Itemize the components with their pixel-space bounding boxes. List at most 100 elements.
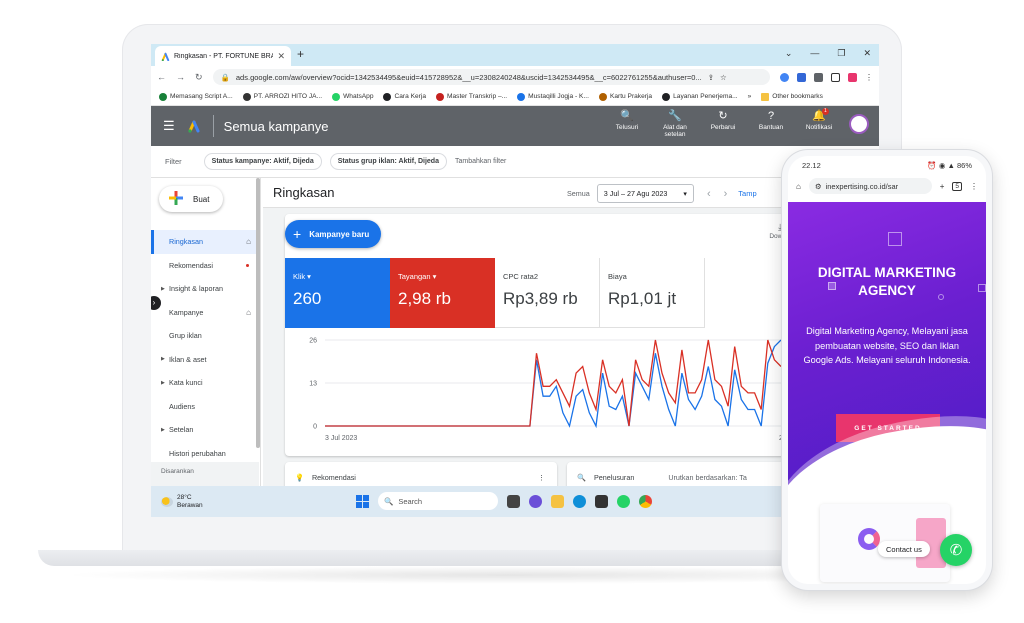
sidebar-item-audiens[interactable]: Audiens bbox=[151, 395, 259, 419]
sidebar-scrollbar[interactable] bbox=[256, 178, 260, 448]
show-link[interactable]: Tamp bbox=[738, 189, 756, 198]
header-action-label: Telusuri bbox=[615, 124, 639, 131]
dropdown-arrow-icon: ▾ bbox=[305, 272, 311, 281]
folder-icon bbox=[761, 92, 770, 101]
bookmark-item[interactable]: PT. ARROZI HITO JA... bbox=[242, 92, 322, 101]
new-campaign-button[interactable]: + Kampanye baru bbox=[285, 220, 382, 248]
puzzle-icon[interactable] bbox=[814, 72, 823, 82]
bookmark-label: WhatsApp bbox=[343, 93, 374, 100]
search-icon: 🔍 bbox=[577, 472, 586, 482]
header-action-search[interactable]: 🔍 Telusuri bbox=[609, 110, 645, 131]
sidebar-item-insight-laporan[interactable]: ▶ Insight & laporan bbox=[151, 277, 259, 301]
close-window-icon[interactable]: ✕ bbox=[863, 48, 871, 59]
sort-by-label[interactable]: Urutkan berdasarkan: Ta bbox=[668, 473, 747, 482]
sidebar-item-label: Grup iklan bbox=[169, 331, 202, 341]
minimize-icon[interactable]: — bbox=[810, 48, 819, 59]
share-icon[interactable]: ⇪ bbox=[708, 73, 714, 82]
bookmark-item[interactable]: Kartu Prakerja bbox=[598, 92, 652, 101]
filter-chip-campaign-status[interactable]: Status kampanye: Aktif, Dijeda bbox=[203, 153, 322, 170]
bookmark-label: Mustaqilli Jogja - K... bbox=[528, 93, 589, 100]
metric-card[interactable]: Biaya Rp1,01 jt bbox=[600, 258, 705, 328]
expand-caret-icon: ▶ bbox=[161, 356, 165, 363]
metric-card[interactable]: Klik ▾ 260 bbox=[285, 258, 390, 328]
reload-icon[interactable]: ↻ bbox=[195, 72, 203, 83]
search-icon: 🔍 bbox=[384, 496, 394, 506]
file-explorer-icon[interactable] bbox=[551, 494, 564, 508]
bookmark-item[interactable]: Master Transkrip –... bbox=[436, 92, 507, 101]
menu-icon[interactable]: ⋮ bbox=[865, 73, 873, 82]
close-tab-icon[interactable]: ✕ bbox=[277, 51, 285, 62]
browser-tab[interactable]: Ringkasan - PT. FORTUNE BRAND... ✕ bbox=[155, 46, 291, 66]
forward-icon[interactable]: → bbox=[176, 72, 185, 82]
page-scope-title[interactable]: Semua kampanye bbox=[224, 119, 329, 134]
more-options-icon[interactable]: ⋮ bbox=[538, 473, 545, 482]
edge-icon[interactable] bbox=[573, 494, 586, 508]
add-filter-button[interactable]: Tambahkan filter bbox=[455, 158, 506, 165]
bookmark-item[interactable]: WhatsApp bbox=[332, 92, 374, 101]
metric-card[interactable]: Tayangan ▾ 2,98 rb bbox=[390, 258, 495, 328]
metric-card[interactable]: CPC rata2 Rp3,89 rb bbox=[495, 258, 600, 328]
bookmark-item[interactable]: Layanan Penerjema... bbox=[662, 92, 738, 101]
store-icon[interactable] bbox=[595, 494, 608, 508]
metric-value: Rp1,01 jt bbox=[608, 289, 677, 308]
avatar[interactable] bbox=[849, 114, 869, 134]
teams-icon[interactable] bbox=[529, 494, 542, 508]
header-action-help[interactable]: ? Bantuan bbox=[753, 110, 789, 131]
other-bookmarks[interactable]: Other bookmarks bbox=[761, 92, 823, 101]
sidebar-item-rekomendasi[interactable]: Rekomendasi bbox=[151, 254, 259, 278]
contact-us-label[interactable]: Contact us bbox=[878, 541, 930, 557]
metric-value: Rp3,89 rb bbox=[503, 289, 578, 308]
dropdown-arrow-icon: ▾ bbox=[430, 272, 437, 281]
lock-icon: 🔒 bbox=[220, 72, 230, 82]
menu-icon[interactable]: ⋮ bbox=[970, 182, 978, 191]
taskbar-search[interactable]: 🔍 Search bbox=[378, 492, 498, 510]
filter-chip-adgroup-status[interactable]: Status grup iklan: Aktif, Dijeda bbox=[329, 153, 447, 170]
hamburger-menu-icon[interactable]: ☰ bbox=[163, 118, 175, 134]
home-icon: ⌂ bbox=[246, 237, 251, 247]
whatsapp-chat-button[interactable]: ✆ bbox=[940, 534, 972, 566]
bookmark-item[interactable]: Memasang Script A... bbox=[159, 92, 233, 101]
sidebar-item-kampanye[interactable]: Kampanye ⌂ bbox=[151, 301, 259, 325]
sidebar-item-ringkasan[interactable]: Ringkasan ⌂ bbox=[151, 230, 259, 254]
home-icon[interactable]: ⌂ bbox=[796, 182, 801, 191]
new-tab-button[interactable]: + bbox=[297, 47, 304, 61]
plus-icon bbox=[169, 190, 183, 208]
header-action-label: Bantuan bbox=[758, 124, 784, 131]
sidepanel-icon[interactable] bbox=[831, 72, 840, 82]
whatsapp-icon[interactable] bbox=[617, 494, 630, 508]
sidebar-item-kata-kunci[interactable]: ▶ Kata kunci bbox=[151, 371, 259, 395]
weather-widget[interactable]: 28°C Berawan bbox=[161, 494, 203, 509]
header-action-wrench[interactable]: 🔧 Alat dan setelan bbox=[657, 110, 693, 138]
url-field[interactable]: 🔒 ads.google.com/aw/overview?ocid=134253… bbox=[212, 69, 770, 85]
task-view-icon[interactable] bbox=[507, 494, 520, 508]
chrome-extension-icon[interactable] bbox=[780, 72, 789, 82]
translate-extension-icon[interactable] bbox=[797, 72, 806, 82]
back-icon[interactable]: ← bbox=[157, 72, 166, 82]
phone-url-field[interactable]: ⚙ inexpertising.co.id/sar bbox=[808, 178, 932, 194]
sidebar-item-setelan[interactable]: ▶ Setelan bbox=[151, 418, 259, 442]
new-tab-icon[interactable]: + bbox=[940, 182, 945, 191]
next-period-icon[interactable]: › bbox=[724, 188, 728, 200]
hero-title: DIGITAL MARKETING AGENCY bbox=[817, 265, 957, 299]
windows-start-icon[interactable] bbox=[356, 494, 369, 508]
header-action-refresh[interactable]: ↻ Perbarui bbox=[705, 110, 741, 131]
chrome-icon[interactable] bbox=[639, 494, 652, 508]
prev-period-icon[interactable]: ‹ bbox=[707, 188, 711, 200]
create-button[interactable]: Buat bbox=[159, 186, 223, 212]
date-range-picker[interactable]: 3 Jul – 27 Agu 2023 ▾ bbox=[596, 184, 694, 203]
phone-time: 22.12 bbox=[802, 160, 821, 170]
bookmark-star-icon[interactable]: ☆ bbox=[720, 73, 727, 82]
taskbar-search-label: Search bbox=[398, 496, 423, 506]
bookmark-item[interactable]: Cara Kerja bbox=[383, 92, 426, 101]
expand-caret-icon: ▶ bbox=[161, 285, 165, 292]
sidebar-item-iklan-aset[interactable]: ▶ Iklan & aset bbox=[151, 348, 259, 372]
tab-count[interactable]: 5 bbox=[952, 181, 962, 191]
more-bookmarks-icon[interactable]: » bbox=[748, 93, 752, 100]
sidebar-item-grup-iklan[interactable]: Grup iklan bbox=[151, 324, 259, 348]
profile-extension-icon[interactable] bbox=[848, 72, 857, 82]
maximize-icon[interactable]: ❐ bbox=[837, 48, 845, 59]
tab-search-icon[interactable]: ⌄ bbox=[785, 48, 793, 59]
y-tick-label: 13 bbox=[309, 381, 317, 388]
header-action-bell[interactable]: 🔔 1 Notifikasi bbox=[801, 108, 837, 131]
bookmark-item[interactable]: Mustaqilli Jogja - K... bbox=[517, 92, 589, 101]
